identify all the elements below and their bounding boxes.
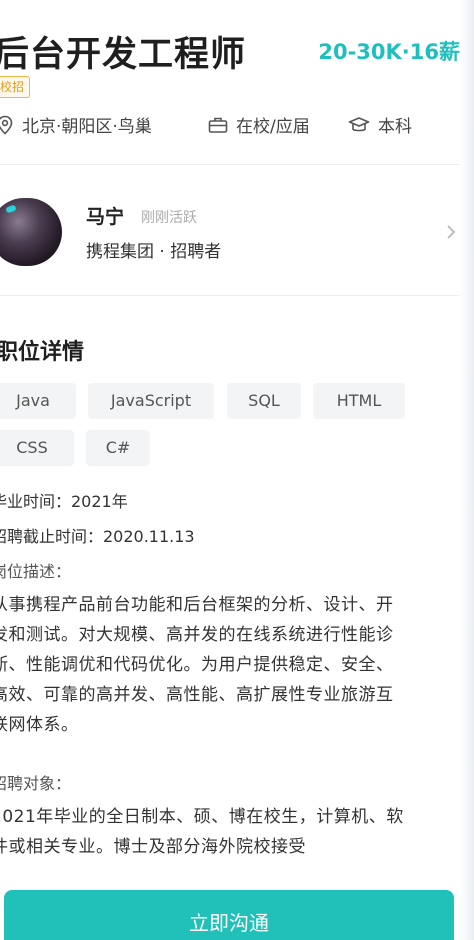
description-line: 断、性能调优和代码优化。为用户提供稳定、安全、 [0,655,394,675]
target-line: 件或相关专业。博士及部分海外院校接受 [0,837,306,857]
description-line: 从事携程产品前台功能和后台框架的分析、设计、开 [0,595,394,615]
graduation-time: 毕业时间：2021年 [0,492,128,511]
job-description-label: 岗位描述： [0,562,72,581]
job-header: 后台开发工程师 20-30K·16薪 [0,22,468,82]
job-description: 从事携程产品前台功能和后台框架的分析、设计、开 发和测试。对大规模、高并发的在线… [0,590,437,740]
description-line: 发和测试。对大规模、高并发的在线系统进行性能诊 [0,625,394,645]
location-meta: 北京·朝阳区·鸟巢 [0,112,152,137]
divider [0,295,460,296]
divider [0,164,460,165]
edge-shadow [460,0,474,940]
target-line: 2021年毕业的全日制本、硕、博在校生，计算机、软 [0,807,404,827]
school-recruit-badge: 校招 [0,76,31,98]
contact-now-button[interactable]: 立即沟通 [4,890,454,940]
recruit-target-label: 招聘对象： [0,774,72,793]
contact-now-label: 立即沟通 [189,911,269,935]
recruiter-active-status: 刚刚活跃 [141,210,197,226]
recruit-target: 2021年毕业的全日制本、硕、博在校生，计算机、软 件或相关专业。博士及部分海外… [0,802,437,862]
degree-meta: 本科 [348,112,412,137]
degree-text: 本科 [378,117,412,137]
status-text: 在校/应届 [236,117,310,137]
location-text: 北京·朝阳区·鸟巢 [22,117,152,137]
chevron-right-icon [447,225,456,239]
skill-tag: CSS [0,430,74,466]
job-title: 后台开发工程师 [0,35,247,75]
skill-tag: HTML [313,383,405,419]
description-line: 联网体系。 [0,715,79,735]
skill-tag: JavaScript [88,383,214,419]
recruiter-name: 马宁 [86,206,125,228]
recruiter-company-role: 携程集团 · 招聘者 [86,242,222,262]
skill-tag: Java [0,383,76,419]
location-pin-icon [0,115,13,135]
description-line: 高效、可靠的高并发、高性能、高扩展性专业旅游互 [0,685,394,705]
recruiter-card[interactable]: 马宁 刚刚活跃 携程集团 · 招聘者 [0,194,460,274]
salary: 20-30K·16薪 [318,40,460,64]
skill-tag: SQL [227,383,301,419]
briefcase-icon [208,117,228,133]
skill-tag: C# [86,430,150,466]
job-detail-page: 后台开发工程师 20-30K·16薪 校招 北京·朝阳区·鸟巢 在校/应届 本科… [0,0,474,940]
application-deadline: 招聘截止时间：2020.11.13 [0,527,195,546]
recruiter-avatar [0,198,62,266]
section-title-job-details: 职位详情 [0,340,85,365]
status-meta: 在校/应届 [208,112,310,137]
graduation-cap-icon [348,116,370,131]
job-meta: 北京·朝阳区·鸟巢 在校/应届 本科 [0,112,460,140]
